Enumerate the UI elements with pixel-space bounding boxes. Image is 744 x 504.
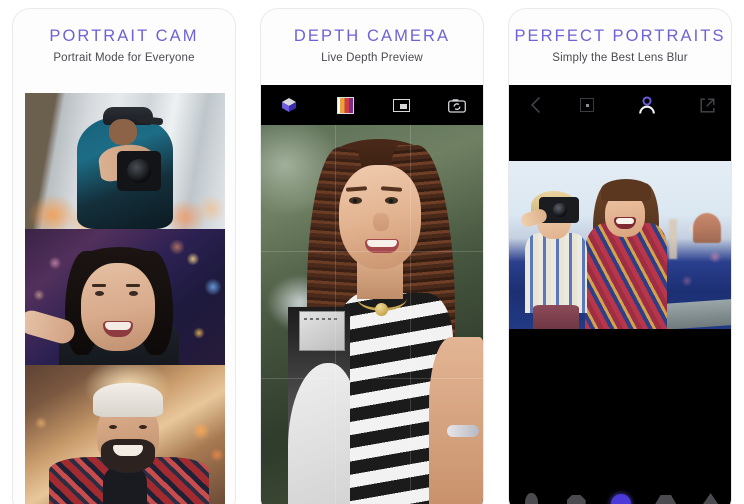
circle-shape-icon bbox=[610, 494, 631, 504]
share-button[interactable] bbox=[681, 98, 731, 113]
depth-map-inset bbox=[288, 307, 350, 504]
page-subtitle: Simply the Best Lens Blur bbox=[552, 52, 688, 64]
selfie-woman-photo bbox=[25, 229, 225, 365]
cube-button[interactable] bbox=[261, 97, 317, 113]
photo-stack bbox=[25, 93, 225, 504]
portrait-subject-button[interactable] bbox=[613, 96, 681, 114]
street-photographer-photo bbox=[25, 93, 225, 229]
page-title: PORTRAIT CAM bbox=[49, 27, 199, 45]
panel-depth-camera: DEPTH CAMERA Live Depth Preview bbox=[248, 0, 496, 504]
edited-photo[interactable] bbox=[509, 161, 731, 329]
back-chevron-icon bbox=[530, 96, 541, 114]
cube-icon bbox=[281, 97, 297, 113]
panel-perfect-portraits: PERFECT PORTRAITS Simply the Best Lens B… bbox=[496, 0, 744, 504]
page-title: PERFECT PORTRAITS bbox=[514, 27, 726, 45]
panel-3-header: PERFECT PORTRAITS Simply the Best Lens B… bbox=[509, 9, 731, 65]
focus-square-button[interactable] bbox=[561, 98, 613, 112]
color-swatch-icon bbox=[336, 96, 354, 114]
page-title: DEPTH CAMERA bbox=[293, 27, 451, 45]
camera-top-toolbar bbox=[261, 85, 483, 125]
shape-diamond[interactable] bbox=[688, 493, 731, 504]
page-subtitle: Live Depth Preview bbox=[321, 52, 423, 64]
share-icon bbox=[700, 98, 715, 113]
screenshot-card-3: PERFECT PORTRAITS Simply the Best Lens B… bbox=[508, 8, 732, 504]
camera-screen: PLACE SUBJECT WITHIN 8 FEET CANCEL bbox=[261, 85, 483, 504]
hexagon-shape-icon bbox=[655, 495, 677, 504]
panel-1-header: PORTRAIT CAM Portrait Mode for Everyone bbox=[13, 9, 235, 65]
camera-flip-icon bbox=[448, 98, 466, 113]
panel-portrait-cam: PORTRAIT CAM Portrait Mode for Everyone bbox=[0, 0, 248, 504]
back-button[interactable] bbox=[509, 96, 561, 114]
aperture-shape-selector bbox=[509, 489, 731, 504]
picture-in-picture-icon bbox=[392, 98, 410, 112]
depth-preview-toggle[interactable] bbox=[373, 98, 429, 112]
person-icon bbox=[637, 96, 657, 114]
shape-octagon[interactable] bbox=[554, 494, 599, 504]
focus-square-icon bbox=[580, 98, 594, 112]
panel-2-header: DEPTH CAMERA Live Depth Preview bbox=[261, 9, 483, 65]
color-filter-button[interactable] bbox=[317, 96, 373, 114]
screenshot-card-2: DEPTH CAMERA Live Depth Preview bbox=[260, 8, 484, 504]
octagon-shape-icon bbox=[566, 494, 586, 504]
shape-hexagon[interactable] bbox=[643, 495, 688, 504]
shape-oval[interactable] bbox=[509, 493, 554, 504]
editor-screen: BLUR bbox=[509, 85, 731, 504]
oval-shape-icon bbox=[524, 493, 538, 504]
screenshot-card-1: PORTRAIT CAM Portrait Mode for Everyone bbox=[12, 8, 236, 504]
switch-camera-button[interactable] bbox=[429, 98, 483, 113]
shape-circle[interactable] bbox=[599, 494, 644, 504]
diamond-shape-icon bbox=[703, 493, 719, 504]
app-store-screenshot-set: PORTRAIT CAM Portrait Mode for Everyone bbox=[0, 0, 744, 504]
page-subtitle: Portrait Mode for Everyone bbox=[53, 52, 195, 64]
editor-top-toolbar bbox=[509, 85, 731, 125]
bearded-man-photo bbox=[25, 365, 225, 504]
camera-viewfinder[interactable] bbox=[261, 125, 483, 504]
